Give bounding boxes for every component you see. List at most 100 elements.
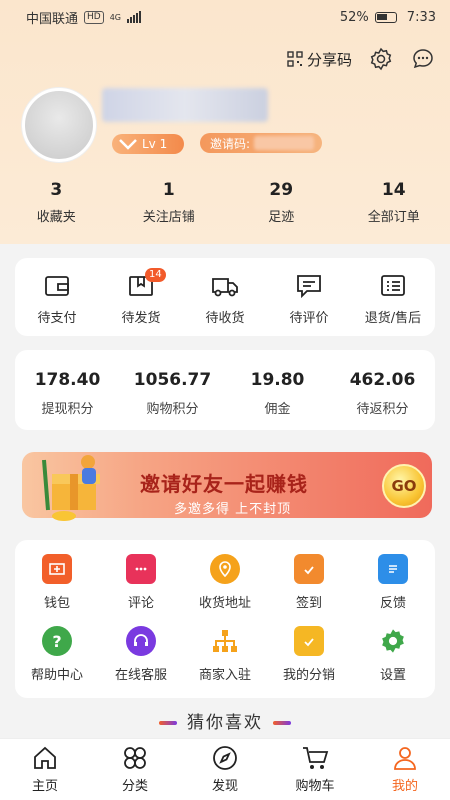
service-settings[interactable]: 设置 xyxy=(351,626,435,696)
chat-bubble-icon xyxy=(413,49,433,69)
order-label: 待支付 xyxy=(37,311,77,326)
order-pending-shipment[interactable]: 14 待发货 xyxy=(99,258,183,336)
chevron-down-icon xyxy=(119,139,137,150)
points-value: 178.40 xyxy=(34,370,101,390)
invite-code-value xyxy=(254,136,315,150)
tab-category[interactable]: 分类 xyxy=(90,739,180,800)
headset-icon xyxy=(126,626,156,656)
service-wallet[interactable]: 钱包 xyxy=(15,554,99,624)
qrcode-icon xyxy=(287,51,303,67)
tab-label: 购物车 xyxy=(295,779,335,794)
stat-num: 1 xyxy=(162,180,175,200)
wallet-icon xyxy=(45,276,69,296)
location-icon xyxy=(210,554,240,584)
order-label: 退货/售后 xyxy=(364,311,422,326)
settings-button[interactable] xyxy=(368,46,394,72)
username-blurred xyxy=(102,88,268,122)
points-card: 178.40 提现积分 1056.77 购物积分 19.80 佣金 462.06 待返积… xyxy=(15,350,435,430)
service-address[interactable]: 收货地址 xyxy=(183,554,267,624)
service-label: 设置 xyxy=(379,668,406,683)
level-badge: Lv 1 xyxy=(112,133,184,155)
stat-num: 29 xyxy=(269,180,294,200)
header-actions: 分享码 xyxy=(287,46,436,72)
service-label: 评论 xyxy=(127,596,154,611)
avatar[interactable] xyxy=(22,88,96,162)
banner-subtitle: 多邀多得 上不封顶 xyxy=(174,502,292,517)
recommendations-title: 猜你喜欢 xyxy=(187,713,263,733)
points-pending-return[interactable]: 462.06 待返积分 xyxy=(330,350,435,430)
document-icon xyxy=(378,554,408,584)
points-value: 462.06 xyxy=(349,370,416,390)
points-label: 佣金 xyxy=(264,402,291,417)
service-comments[interactable]: 评论 xyxy=(99,554,183,624)
service-online-support[interactable]: 在线客服 xyxy=(99,626,183,696)
gear-icon xyxy=(378,626,408,656)
hd-indicator: HD xyxy=(84,10,104,24)
compass-icon xyxy=(213,746,237,770)
user-icon xyxy=(394,747,416,770)
gift-box-illustration xyxy=(42,455,100,521)
order-pending-payment[interactable]: 待支付 xyxy=(15,258,99,336)
points-withdrawable[interactable]: 178.40 提现积分 xyxy=(15,350,120,430)
org-icon xyxy=(210,626,240,656)
level-label: Lv 1 xyxy=(142,137,168,151)
heading-decoration xyxy=(159,721,177,725)
tab-label: 我的 xyxy=(391,779,418,794)
stat-followed-shops[interactable]: 1 关注店铺 xyxy=(113,180,226,225)
service-label: 我的分销 xyxy=(282,668,335,683)
battery-icon xyxy=(374,11,397,23)
stat-num: 14 xyxy=(381,180,406,200)
points-shopping[interactable]: 1056.77 购物积分 xyxy=(120,350,225,430)
tab-label: 主页 xyxy=(31,779,58,794)
home-icon xyxy=(34,746,56,769)
stat-all-orders[interactable]: 14 全部订单 xyxy=(338,180,450,225)
stat-label: 收藏夹 xyxy=(36,210,76,225)
calendar-icon xyxy=(294,554,324,584)
order-label: 待评价 xyxy=(289,311,329,326)
share-code-button[interactable]: 分享码 xyxy=(287,49,352,70)
messages-button[interactable] xyxy=(410,46,436,72)
service-label: 帮助中心 xyxy=(30,668,83,683)
order-label: 待发货 xyxy=(121,311,161,326)
stat-history[interactable]: 29 足迹 xyxy=(225,180,338,225)
go-button[interactable]: GO xyxy=(382,464,426,508)
tab-label: 分类 xyxy=(121,779,148,794)
network-label: 4G xyxy=(109,12,122,22)
points-commission[interactable]: 19.80 佣金 xyxy=(225,350,330,430)
tab-discover[interactable]: 发现 xyxy=(180,739,270,800)
service-help-center[interactable]: ? 帮助中心 xyxy=(15,626,99,696)
order-pending-review[interactable]: 待评价 xyxy=(267,258,351,336)
clock: 7:33 xyxy=(406,9,436,25)
status-bar: 中国联通 HD 4G 52% 7:33 xyxy=(0,0,450,34)
service-label: 收货地址 xyxy=(198,596,251,611)
points-label: 待返积分 xyxy=(356,402,409,417)
tab-me[interactable]: 我的 xyxy=(360,739,450,800)
calendar-check-icon xyxy=(294,626,324,656)
service-my-distribution[interactable]: 我的分销 xyxy=(267,626,351,696)
service-label: 签到 xyxy=(295,596,322,611)
order-label: 待收货 xyxy=(205,311,245,326)
stat-label: 关注店铺 xyxy=(142,210,195,225)
order-after-sales[interactable]: 退货/售后 xyxy=(351,258,435,336)
battery-percent: 52% xyxy=(339,9,369,25)
service-checkin[interactable]: 签到 xyxy=(267,554,351,624)
service-label: 在线客服 xyxy=(114,668,167,683)
service-label: 反馈 xyxy=(379,596,406,611)
service-merchant-join[interactable]: 商家入驻 xyxy=(183,626,267,696)
service-label: 商家入驻 xyxy=(198,668,251,683)
heading-decoration xyxy=(273,721,291,725)
invite-code-badge[interactable]: 邀请码: xyxy=(200,133,322,153)
order-pending-receipt[interactable]: 待收货 xyxy=(183,258,267,336)
bottom-tab-bar: 主页 分类 发现 购物车 我的 xyxy=(0,738,450,800)
points-label: 提现积分 xyxy=(41,402,94,417)
points-value: 1056.77 xyxy=(133,370,212,390)
tab-home[interactable]: 主页 xyxy=(0,739,90,800)
truck-icon xyxy=(212,278,238,297)
stat-favorites[interactable]: 3 收藏夹 xyxy=(0,180,113,225)
share-code-label: 分享码 xyxy=(306,50,352,69)
gear-icon xyxy=(370,47,392,71)
tab-cart[interactable]: 购物车 xyxy=(270,739,360,800)
invite-friends-banner[interactable]: 邀请好友一起赚钱 多邀多得 上不封顶 GO xyxy=(14,446,436,526)
stat-num: 3 xyxy=(50,180,63,200)
service-feedback[interactable]: 反馈 xyxy=(351,554,435,624)
